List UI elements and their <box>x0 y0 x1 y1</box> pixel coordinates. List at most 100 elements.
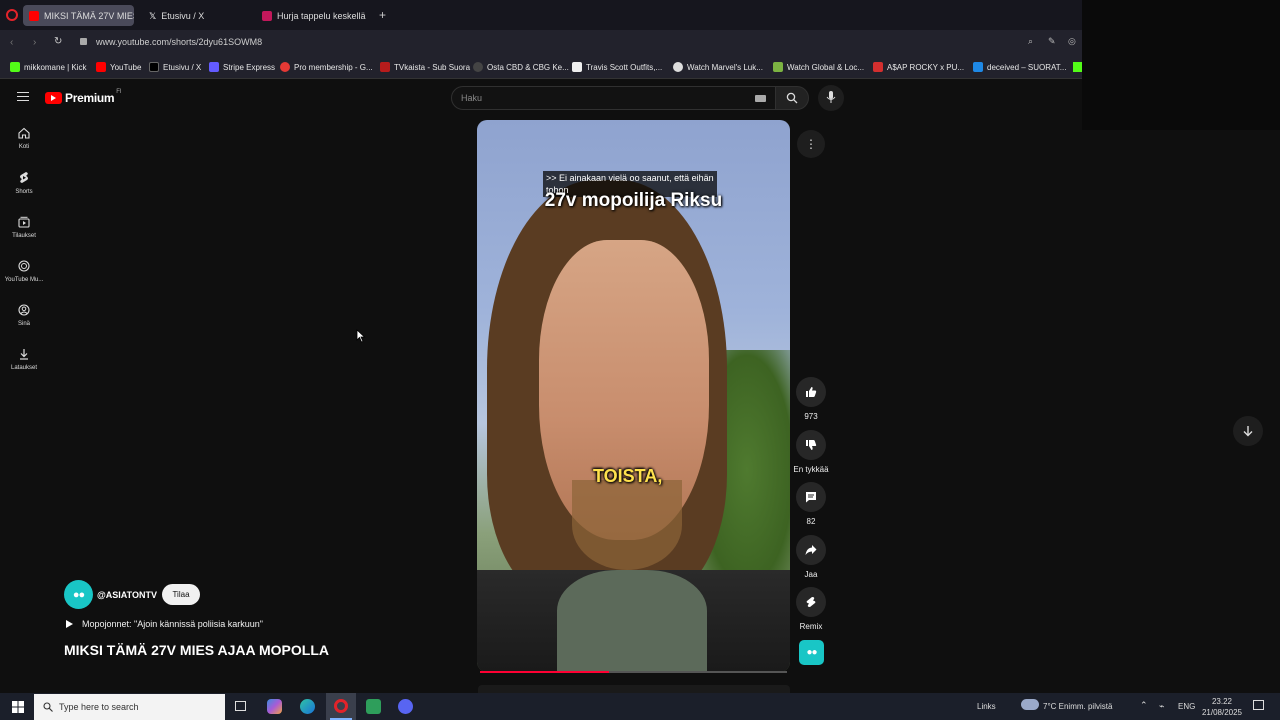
microphone-icon <box>826 91 836 103</box>
logo-text: Premium <box>65 91 115 105</box>
watch-global-icon <box>773 62 783 72</box>
forward-icon[interactable]: › <box>33 37 36 48</box>
like-button[interactable]: 973 <box>790 377 832 421</box>
links-toolbar[interactable]: Links <box>977 702 996 711</box>
remix-circle <box>796 587 826 617</box>
terminal-app-icon[interactable] <box>366 699 381 714</box>
bookmark-item[interactable]: deceived – SUORAT... <box>973 62 1066 72</box>
weather-icon <box>1021 699 1039 710</box>
task-view-icon[interactable] <box>235 701 246 711</box>
language-indicator[interactable]: ENG <box>1178 702 1195 711</box>
kick-icon[interactable] <box>1073 62 1082 72</box>
region-code: FI <box>116 89 122 95</box>
bookmark-item[interactable]: A$AP ROCKY x PU... <box>873 62 964 72</box>
windows-start-icon[interactable] <box>12 701 24 713</box>
like-circle <box>796 377 826 407</box>
bookmark-label: deceived – SUORAT... <box>987 62 1067 72</box>
video-title: MIKSI TÄMÄ 27V MIES AJAA MOPOLLA <box>64 642 329 658</box>
clock-time: 23.22 <box>1211 697 1233 706</box>
subscriptions-icon <box>18 216 30 228</box>
bookmark-item[interactable]: Watch Marvel's Luk... <box>673 62 763 72</box>
search-box[interactable]: Haku <box>451 86 776 110</box>
bookmark-label: Osta CBD & CBG Ke... <box>487 62 569 72</box>
keyboard-icon[interactable] <box>755 95 766 102</box>
share-button[interactable]: Jaa <box>790 535 832 579</box>
dislike-button[interactable]: En tykkää <box>790 430 832 474</box>
short-video-player[interactable]: >> Ei ainakaan vielä oo saanut, että eih… <box>477 120 790 672</box>
comments-button[interactable]: 82 <box>790 482 832 526</box>
user-icon <box>18 304 30 316</box>
thumbs-down-icon <box>806 440 817 450</box>
reload-icon[interactable]: ↻ <box>54 36 62 47</box>
nav-you[interactable]: Sinä <box>4 304 44 327</box>
nav-downloads[interactable]: Lataukset <box>4 348 44 371</box>
subtitle-overlay: TOISTA, <box>593 466 663 486</box>
weather-widget[interactable]: 7°C Enimm. pilvistä <box>1043 702 1112 711</box>
next-short-button[interactable] <box>1233 416 1263 446</box>
discord-app-icon[interactable] <box>398 699 413 714</box>
tvkaista-icon <box>380 62 390 72</box>
menu-icon[interactable] <box>17 92 29 101</box>
beard-shape <box>572 480 682 570</box>
bookmark-item[interactable]: TVkaista - Sub Suora <box>380 62 470 72</box>
comments-count: 82 <box>806 517 816 526</box>
url-field[interactable]: www.youtube.com/shorts/2dyu61SOWM8 <box>96 37 262 47</box>
bookmark-item[interactable]: Osta CBD & CBG Ke... <box>473 62 569 72</box>
new-tab-icon[interactable]: + <box>379 8 386 22</box>
nav-home[interactable]: Koti <box>4 127 44 150</box>
bookmark-item[interactable]: Stripe Express <box>209 62 275 72</box>
bookmark-item[interactable]: YouTube <box>96 62 141 72</box>
nav-youtube-music[interactable]: YouTube Mu... <box>4 260 44 283</box>
youtube-logo[interactable]: Premium FI <box>45 89 122 105</box>
dislike-circle <box>796 430 826 460</box>
share-circle <box>796 535 826 565</box>
pin-icon <box>280 62 290 72</box>
notifications-icon[interactable] <box>1253 700 1264 710</box>
channel-avatar[interactable]: ●● <box>64 580 93 609</box>
tab-x[interactable]: 𝕏 Etusivu / X <box>143 5 253 26</box>
youtube-icon <box>96 62 106 72</box>
edge-app-icon[interactable] <box>300 699 315 714</box>
more-options-button[interactable]: ⋮ <box>797 130 825 158</box>
bookmark-item[interactable]: mikkomane | Kick <box>10 62 87 72</box>
find-icon[interactable]: ⌕ <box>1028 36 1033 47</box>
nav-label: Lataukset <box>10 365 38 371</box>
subscribe-button[interactable]: Tilaa <box>162 584 200 605</box>
nav-subscriptions[interactable]: Tilaukset <box>4 216 44 239</box>
tab-news[interactable]: Hurja tappelu keskellä He <box>256 5 368 26</box>
bookmark-label: Watch Marvel's Luk... <box>687 62 763 72</box>
edit-icon[interactable]: ✎ <box>1048 36 1056 47</box>
bookmark-item[interactable]: Etusivu / X <box>149 62 201 72</box>
bookmark-item[interactable]: Watch Global & Loc... <box>773 62 864 72</box>
channel-avatar-small[interactable]: ●● <box>799 640 824 665</box>
more-vertical-icon: ⋮ <box>805 137 817 151</box>
eyes-icon: ●● <box>806 647 817 658</box>
like-count: 973 <box>804 412 818 421</box>
clock[interactable]: 23.22 21/08/2025 <box>1200 696 1244 718</box>
network-icon[interactable]: ⌁ <box>1159 701 1164 712</box>
chevron-up-icon[interactable]: ⌃ <box>1140 700 1148 711</box>
search-placeholder: Haku <box>461 93 483 103</box>
share-label: Jaa <box>804 570 818 579</box>
opera-logo-icon[interactable] <box>6 9 18 21</box>
playlist-link[interactable]: Mopojonnet: "Ajoin kännissä poliisia kar… <box>66 619 263 629</box>
collar-shape <box>557 570 707 672</box>
bookmark-label: Etusivu / X <box>163 62 202 72</box>
bookmark-item[interactable]: Travis Scott Outfits,... <box>572 62 662 72</box>
bookmark-item[interactable]: Pro membership - G... <box>280 62 373 72</box>
search-button[interactable] <box>775 86 809 110</box>
youtube-favicon-icon <box>29 10 39 21</box>
search-icon <box>43 702 53 712</box>
camera-icon[interactable]: ◎ <box>1068 36 1076 47</box>
tab-active[interactable]: MIKSI TÄMÄ 27V MIES <box>23 5 134 26</box>
copilot-app-icon[interactable] <box>267 699 282 714</box>
video-progress-track[interactable] <box>480 671 787 673</box>
nav-shorts[interactable]: Shorts <box>4 171 44 195</box>
news-favicon-icon <box>262 10 272 21</box>
deceived-icon <box>973 62 983 72</box>
channel-name[interactable]: @ASIATONTV <box>97 590 157 600</box>
taskbar-search[interactable]: Type here to search <box>34 694 225 720</box>
voice-search-button[interactable] <box>818 85 844 111</box>
remix-button[interactable]: Remix <box>790 587 832 631</box>
back-icon[interactable]: ‹ <box>10 37 13 48</box>
